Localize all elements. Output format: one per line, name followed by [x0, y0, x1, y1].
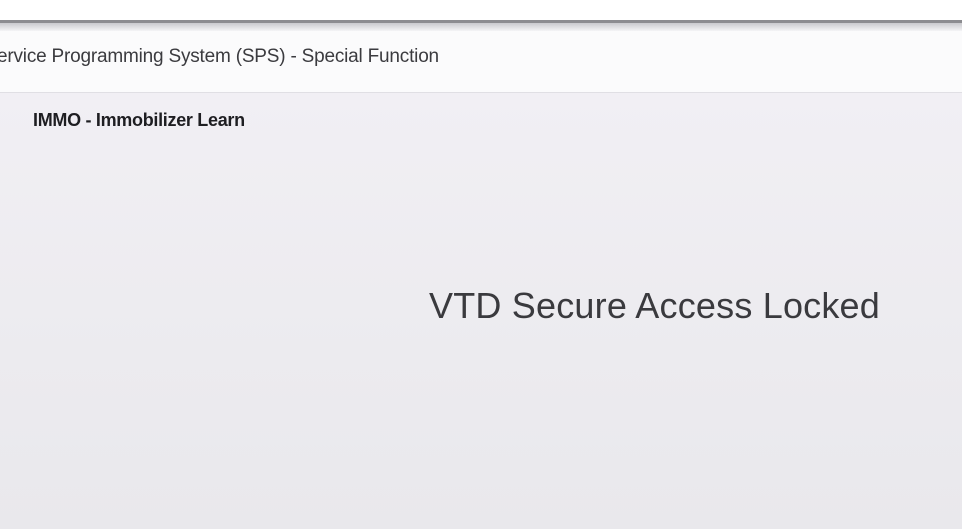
status-message: VTD Secure Access Locked	[429, 285, 881, 326]
window-top-border-shadow	[0, 23, 962, 31]
panel-title: IMMO - Immobilizer Learn	[33, 110, 245, 130]
window-title: ervice Programming System (SPS) - Specia…	[0, 46, 439, 67]
sps-special-function-screen: ervice Programming System (SPS) - Specia…	[0, 0, 962, 529]
top-frame-strip	[0, 0, 962, 20]
